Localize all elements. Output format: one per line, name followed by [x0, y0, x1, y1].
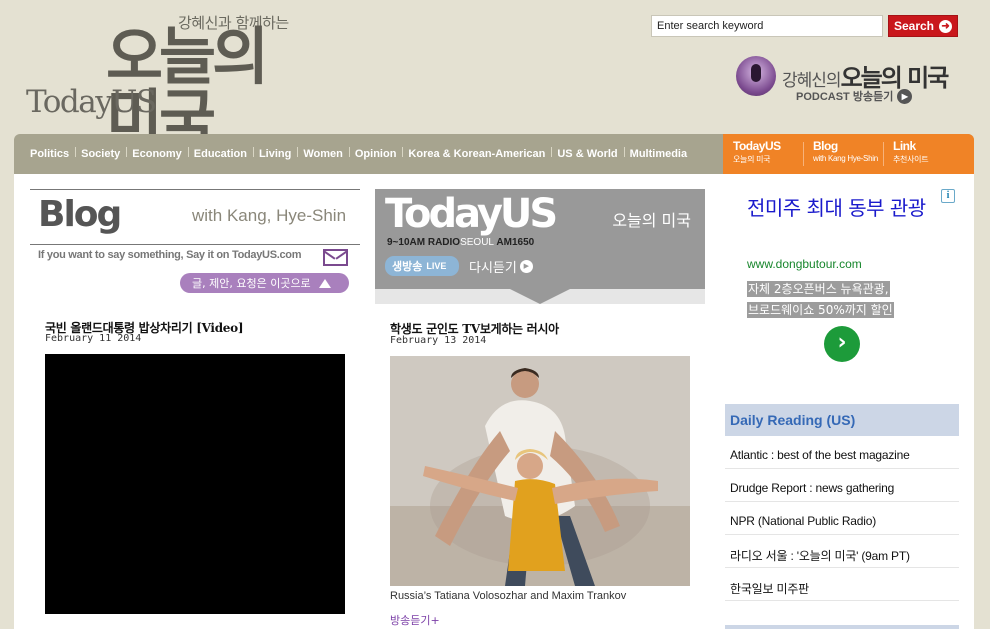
ad-title[interactable]: 전미주 최대 동부 관광: [747, 195, 937, 222]
radio-label: RADIO: [427, 237, 461, 248]
listen-broadcast-link[interactable]: 방송듣기+: [390, 612, 440, 628]
nav-tab-blog[interactable]: Blog with Kang Hye-Shin: [803, 134, 883, 174]
daily-reading-item[interactable]: NPR (National Public Radio): [725, 502, 959, 535]
daily-reading-heading: Daily Reading (US): [725, 404, 959, 436]
live-button[interactable]: 생방송 LIVE: [385, 256, 459, 276]
ad-block[interactable]: i 전미주 최대 동부 관광 www.dongbutour.com 자체 2층오…: [725, 189, 959, 374]
nav-tab-sub: 오늘의 미국: [733, 155, 771, 164]
blog-say-text: If you want to say something, Say it on …: [38, 249, 302, 261]
main-nav: Politics Society Economy Education Livin…: [14, 134, 974, 174]
content-area: Blog with Kang, Hye-Shin If you want to …: [14, 174, 974, 629]
broadcast-time: 9~10AM RADIOSEOUL AM1650: [387, 237, 534, 248]
live-korean: 생방송: [392, 260, 423, 273]
ad-url[interactable]: www.dongbutour.com: [747, 257, 862, 271]
todayus-post-date: February 13 2014: [390, 335, 487, 346]
mail-icon[interactable]: [323, 249, 348, 266]
nav-item-economy[interactable]: Economy: [126, 147, 188, 160]
nav-item-education[interactable]: Education: [187, 147, 253, 160]
broadcast-hours: 9~10AM: [387, 237, 426, 248]
search-button[interactable]: Search ➜: [888, 15, 958, 37]
play-icon: ▶: [897, 88, 913, 104]
podcast-sub-label: PODCAST 방송듣기: [796, 91, 894, 103]
nav-tab-title: Link: [893, 139, 916, 153]
podcast-microphone-icon: [736, 56, 776, 96]
daily-reading-item[interactable]: 한국일보 미주판: [725, 568, 959, 601]
nav-item-multimedia[interactable]: Multimedia: [623, 147, 693, 160]
nav-tab-todayus[interactable]: TodayUS 오늘의 미국: [723, 134, 803, 174]
nav-special-tabs: TodayUS 오늘의 미국 Blog with Kang Hye-Shin L…: [723, 134, 974, 174]
ad-description: 자체 2층오픈버스 뉴욕관광, 브로드웨이쇼 50%까지 할인: [747, 279, 927, 321]
blog-header[interactable]: Blog with Kang, Hye-Shin: [30, 189, 360, 245]
nav-tab-title: Blog: [813, 139, 838, 153]
logo-english: TodayUS: [26, 84, 157, 120]
blog-author: with Kang, Hye-Shin: [192, 206, 347, 225]
nav-item-opinion[interactable]: Opinion: [348, 147, 403, 160]
daily-reading: Daily Reading (US) Atlantic : best of th…: [725, 404, 959, 601]
play-icon: ▶: [519, 260, 533, 273]
skating-photo[interactable]: [390, 356, 690, 586]
seoul-label: SEOUL: [460, 237, 494, 248]
ad-go-icon[interactable]: ›: [824, 326, 860, 362]
todayus-header: TodayUS 오늘의 미국 9~10AM RADIOSEOUL AM1650 …: [375, 189, 705, 289]
daily-reading-item[interactable]: Drudge Report : news gathering: [725, 469, 959, 502]
header-pointer: [510, 289, 570, 304]
nav-item-politics[interactable]: Politics: [30, 148, 75, 160]
blog-title: Blog: [38, 194, 122, 235]
nav-item-society[interactable]: Society: [75, 147, 126, 160]
replay-label: 다시듣기: [469, 261, 517, 276]
replay-button[interactable]: 다시듣기 ▶: [469, 257, 533, 276]
daily-reading-footer-bar: [725, 625, 959, 629]
nav-tab-link[interactable]: Link 추천사이트: [883, 134, 963, 174]
ad-desc-line: 자체 2층오픈버스 뉴욕관광,: [747, 281, 890, 297]
nav-tab-sub: with Kang Hye-Shin: [813, 154, 878, 163]
live-english: LIVE: [426, 261, 447, 271]
nav-tab-title: TodayUS: [733, 139, 781, 153]
arrow-up-icon: [318, 278, 331, 288]
todayus-korean-title: 오늘의 미국: [612, 211, 691, 230]
ad-desc-line: 브로드웨이쇼 50%까지 할인: [747, 302, 894, 318]
arrow-right-icon: ➜: [939, 19, 953, 33]
search-button-label: Search: [893, 19, 935, 33]
ad-info-icon[interactable]: i: [941, 189, 955, 203]
station-frequency: AM1650: [496, 237, 535, 248]
nav-item-korea[interactable]: Korea & Korean-American: [402, 147, 551, 160]
nav-item-us-world[interactable]: US & World: [551, 147, 623, 160]
site-logo[interactable]: 강혜신과 함께하는 오늘의 미국 TodayUS: [26, 10, 316, 150]
nav-item-living[interactable]: Living: [252, 147, 297, 160]
nav-item-women[interactable]: Women: [297, 147, 349, 160]
photo-caption: Russia’s Tatiana Volosozhar and Maxim Tr…: [390, 590, 627, 602]
daily-reading-item[interactable]: 라디오 서울 : '오늘의 미국' (9am PT): [725, 535, 959, 568]
search-input[interactable]: [651, 15, 883, 37]
daily-reading-item[interactable]: Atlantic : best of the best magazine: [725, 436, 959, 469]
video-player[interactable]: [45, 354, 345, 614]
blog-submit-button[interactable]: 글, 제안, 요청은 이곳으로: [180, 273, 349, 293]
podcast-listen-link[interactable]: PODCAST 방송듣기 ▶: [796, 88, 913, 104]
blog-submit-label: 글, 제안, 요청은 이곳으로: [192, 277, 311, 290]
todayus-logo[interactable]: TodayUS: [385, 191, 558, 237]
blog-post-date: February 11 2014: [45, 333, 142, 344]
nav-tab-sub: 추천사이트: [893, 155, 929, 164]
podcast-banner[interactable]: 강혜신의오늘의 미국 PODCAST 방송듣기 ▶: [736, 56, 956, 104]
